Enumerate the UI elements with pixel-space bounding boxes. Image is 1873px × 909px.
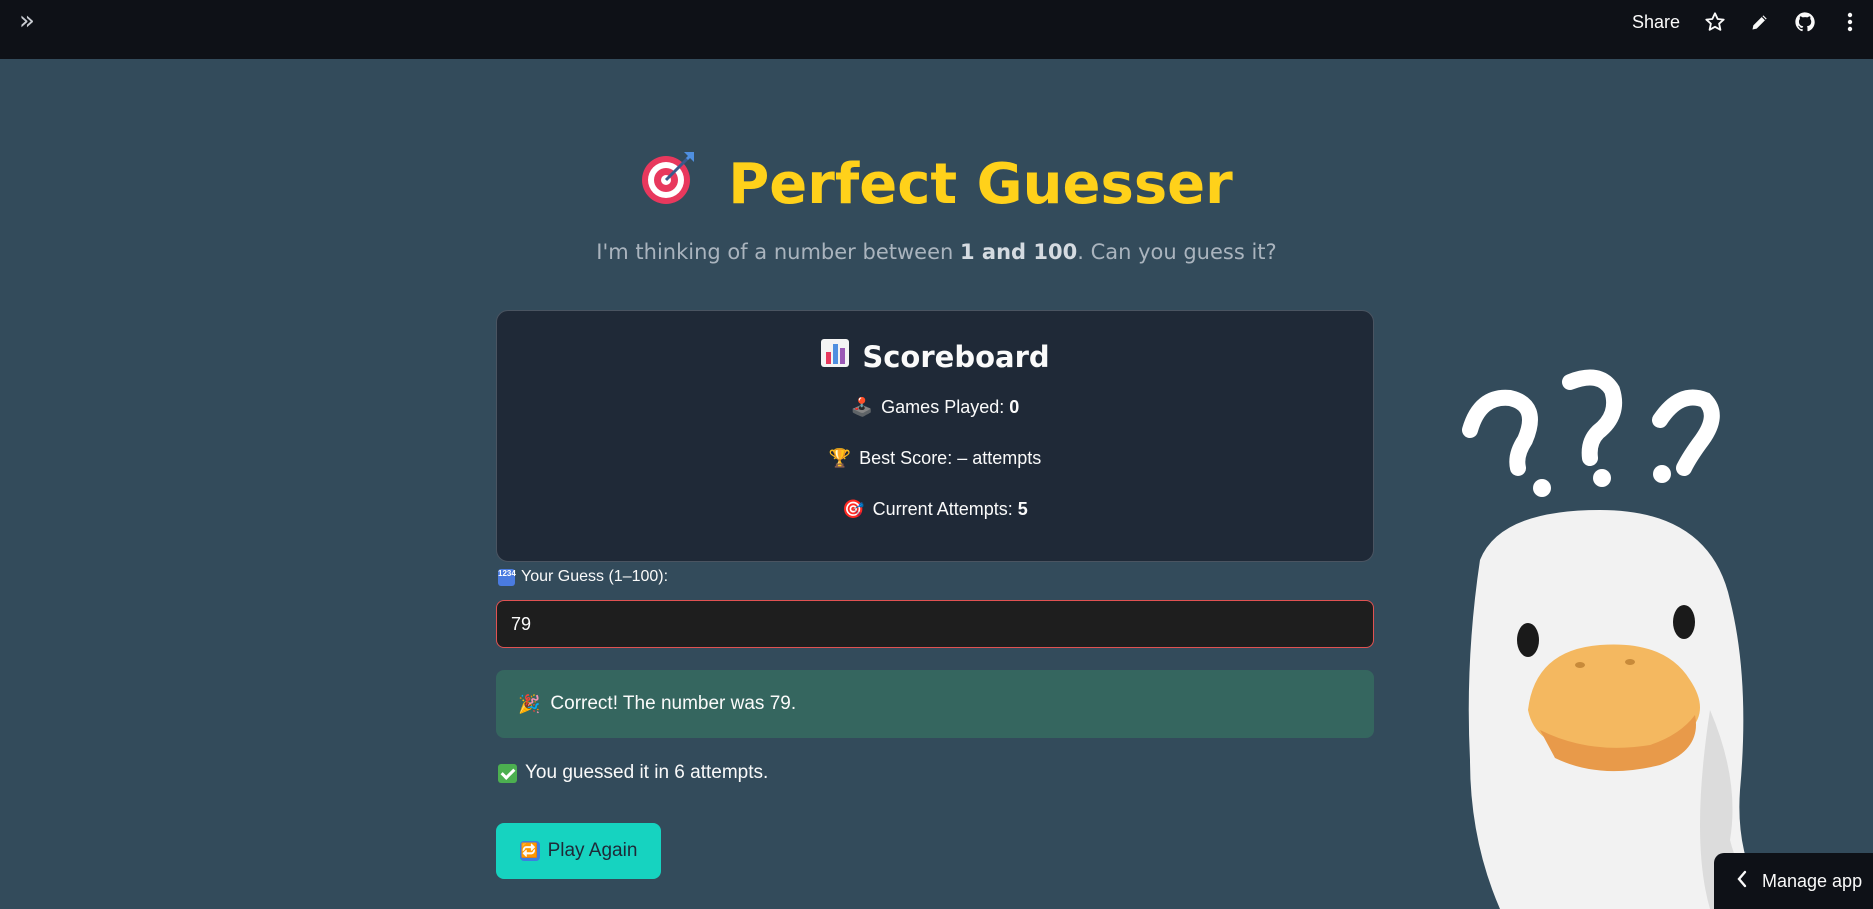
numbers-icon: 1234 [498,568,516,586]
success-alert: 🎉 Correct! The number was 79. [496,670,1374,738]
manage-app-label: Manage app [1762,870,1863,891]
subtitle-range: 1 and 100 [959,240,1078,264]
star-icon[interactable] [1704,11,1726,33]
target-icon-small: 🎯 [842,499,865,520]
subtitle-text-end: . Can you guess it? [1077,240,1277,264]
attempts-result-text: You guessed it in 6 attempts. [525,762,769,783]
subtitle-text: I'm thinking of a number between [596,240,960,264]
current-attempts-value: 5 [1017,499,1028,519]
party-popper-icon: 🎉 [518,693,541,715]
current-attempts-row: 🎯 Current Attempts: 5 [497,499,1373,520]
toolbar-actions: Share [1632,0,1873,44]
github-icon[interactable] [1794,11,1816,33]
bar-chart-icon [820,338,850,375]
edit-icon[interactable] [1749,11,1771,33]
guess-input[interactable] [496,600,1374,648]
games-played-value: 0 [1009,397,1020,417]
guess-label-text: Your Guess (1–100): [521,568,669,585]
manage-app-button[interactable]: Manage app [1714,853,1873,909]
current-attempts-label: Current Attempts: [872,499,1018,519]
subtitle: I'm thinking of a number between 1 and 1… [0,240,1873,264]
top-toolbar: » Share [0,0,1873,59]
joystick-icon: 🕹️ [850,397,874,418]
share-button[interactable]: Share [1632,12,1680,33]
expand-sidebar-icon[interactable]: » [14,8,40,36]
play-again-button[interactable]: 🔁 Play Again [496,823,661,879]
games-played-label: Games Played: [881,397,1010,417]
games-played-text: Games Played: 0 [881,397,1019,418]
confused-duck-illustration [1462,369,1770,909]
title-row: Perfect Guesser [0,148,1873,220]
scoreboard-card: Scoreboard 🕹️ Games Played: 0 🏆 Best Sco… [496,310,1374,562]
play-again-label: Play Again [547,840,638,861]
success-message: Correct! The number was 79. [550,693,797,714]
guess-label: 1234 Your Guess (1–100): [498,568,668,586]
attempts-result: You guessed it in 6 attempts. [498,762,768,784]
page-title: Perfect Guesser [640,148,1233,220]
scoreboard-title-text: Scoreboard [862,339,1050,374]
check-mark-icon [498,763,517,783]
more-vertical-icon[interactable] [1839,11,1861,33]
best-score-row: 🏆 Best Score: – attempts [497,448,1373,469]
repeat-icon: 🔁 [519,841,540,861]
title-text: Perfect Guesser [728,151,1233,217]
current-attempts-text: Current Attempts: 5 [873,499,1028,520]
games-played-row: 🕹️ Games Played: 0 [497,397,1373,418]
scoreboard-title: Scoreboard [497,338,1373,375]
chevron-left-icon [1736,870,1748,893]
trophy-icon: 🏆 [828,448,852,469]
target-icon [640,148,698,220]
best-score-text: Best Score: – attempts [859,448,1042,468]
